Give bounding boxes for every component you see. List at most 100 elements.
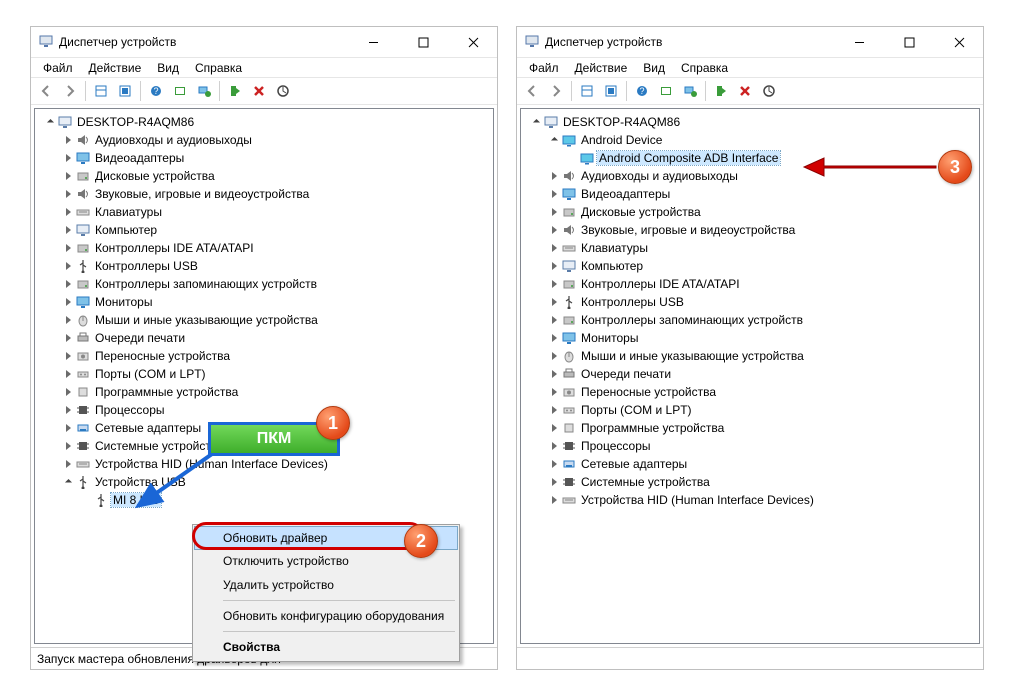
scan-button[interactable] — [169, 80, 191, 102]
menu-action[interactable]: Действие — [569, 59, 634, 77]
expand-closed-icon[interactable] — [61, 421, 75, 435]
expand-closed-icon[interactable] — [61, 457, 75, 471]
expand-closed-icon[interactable] — [61, 187, 75, 201]
tree-node[interactable]: DESKTOP-R4AQM86 — [521, 113, 979, 131]
tree-node[interactable]: Контроллеры IDE ATA/ATAPI — [521, 275, 979, 293]
expand-open-icon[interactable] — [547, 133, 561, 147]
expand-closed-icon[interactable] — [547, 277, 561, 291]
expand-closed-icon[interactable] — [547, 385, 561, 399]
expand-closed-icon[interactable] — [547, 367, 561, 381]
back-button[interactable] — [521, 80, 543, 102]
expand-closed-icon[interactable] — [61, 385, 75, 399]
tree-node[interactable]: Устройства HID (Human Interface Devices) — [521, 491, 979, 509]
update-driver-button[interactable] — [679, 80, 701, 102]
tree-node[interactable]: Аудиовходы и аудиовыходы — [35, 131, 493, 149]
expand-closed-icon[interactable] — [61, 169, 75, 183]
expand-closed-icon[interactable] — [547, 259, 561, 273]
maximize-button[interactable] — [887, 28, 931, 56]
expand-closed-icon[interactable] — [61, 205, 75, 219]
scan-changes-button[interactable] — [272, 80, 294, 102]
expand-closed-icon[interactable] — [547, 241, 561, 255]
expand-closed-icon[interactable] — [61, 151, 75, 165]
tree-node[interactable]: Контроллеры USB — [521, 293, 979, 311]
expand-closed-icon[interactable] — [547, 331, 561, 345]
expand-closed-icon[interactable] — [61, 241, 75, 255]
expand-closed-icon[interactable] — [61, 349, 75, 363]
tree-node[interactable]: Контроллеры USB — [35, 257, 493, 275]
tree-node[interactable]: DESKTOP-R4AQM86 — [35, 113, 493, 131]
ctx-uninstall-device[interactable]: Удалить устройство — [195, 573, 457, 597]
tree-node[interactable]: Мыши и иные указывающие устройства — [35, 311, 493, 329]
tree-node[interactable]: Мыши и иные указывающие устройства — [521, 347, 979, 365]
scan-button[interactable] — [655, 80, 677, 102]
expand-closed-icon[interactable] — [547, 349, 561, 363]
tree-node[interactable]: Переносные устройства — [35, 347, 493, 365]
expand-closed-icon[interactable] — [547, 295, 561, 309]
tree-node[interactable]: Устройства USB — [35, 473, 493, 491]
expand-open-icon[interactable] — [529, 115, 543, 129]
expand-closed-icon[interactable] — [61, 331, 75, 345]
tree-node[interactable]: Клавиатуры — [521, 239, 979, 257]
expand-closed-icon[interactable] — [547, 457, 561, 471]
back-button[interactable] — [35, 80, 57, 102]
ctx-properties[interactable]: Свойства — [195, 635, 457, 659]
expand-closed-icon[interactable] — [61, 313, 75, 327]
uninstall-button[interactable] — [734, 80, 756, 102]
tree-node[interactable]: Клавиатуры — [35, 203, 493, 221]
menu-file[interactable]: Файл — [523, 59, 565, 77]
tree-node[interactable]: Контроллеры запоминающих устройств — [35, 275, 493, 293]
tree-node[interactable]: Мониторы — [35, 293, 493, 311]
expand-closed-icon[interactable] — [61, 295, 75, 309]
tree-node[interactable]: Звуковые, игровые и видеоустройства — [35, 185, 493, 203]
tree-node[interactable]: Контроллеры запоминающих устройств — [521, 311, 979, 329]
expand-closed-icon[interactable] — [61, 367, 75, 381]
menu-view[interactable]: Вид — [637, 59, 671, 77]
show-hidden-button[interactable] — [576, 80, 598, 102]
expand-closed-icon[interactable] — [61, 223, 75, 237]
help-button[interactable]: ? — [145, 80, 167, 102]
menu-help[interactable]: Справка — [189, 59, 248, 77]
expand-closed-icon[interactable] — [61, 439, 75, 453]
properties-button[interactable] — [114, 80, 136, 102]
tree-node[interactable]: Мониторы — [521, 329, 979, 347]
tree-node[interactable]: Звуковые, игровые и видеоустройства — [521, 221, 979, 239]
menu-file[interactable]: Файл — [37, 59, 79, 77]
tree-node[interactable]: Системные устройства — [521, 473, 979, 491]
tree-node[interactable]: Порты (COM и LPT) — [521, 401, 979, 419]
minimize-button[interactable] — [351, 28, 395, 56]
forward-button[interactable] — [545, 80, 567, 102]
expand-closed-icon[interactable] — [547, 403, 561, 417]
expand-closed-icon[interactable] — [61, 259, 75, 273]
enable-button[interactable] — [710, 80, 732, 102]
show-hidden-button[interactable] — [90, 80, 112, 102]
tree-node[interactable]: Сетевые адаптеры — [521, 455, 979, 473]
expand-closed-icon[interactable] — [547, 169, 561, 183]
tree-node[interactable]: MI 8 Lite — [35, 491, 493, 509]
menu-view[interactable]: Вид — [151, 59, 185, 77]
minimize-button[interactable] — [837, 28, 881, 56]
menu-action[interactable]: Действие — [83, 59, 148, 77]
expand-closed-icon[interactable] — [547, 493, 561, 507]
ctx-scan-hardware[interactable]: Обновить конфигурацию оборудования — [195, 604, 457, 628]
device-tree[interactable]: DESKTOP-R4AQM86Android DeviceAndroid Com… — [520, 108, 980, 644]
tree-node[interactable]: Очереди печати — [521, 365, 979, 383]
expand-closed-icon[interactable] — [547, 421, 561, 435]
expand-closed-icon[interactable] — [547, 313, 561, 327]
tree-node[interactable]: Android Device — [521, 131, 979, 149]
tree-node[interactable]: Устройства HID (Human Interface Devices) — [35, 455, 493, 473]
tree-node[interactable]: Дисковые устройства — [35, 167, 493, 185]
expand-closed-icon[interactable] — [547, 439, 561, 453]
tree-node[interactable]: Контроллеры IDE ATA/ATAPI — [35, 239, 493, 257]
tree-node[interactable]: Процессоры — [35, 401, 493, 419]
properties-button[interactable] — [600, 80, 622, 102]
tree-node[interactable]: Видеоадаптеры — [521, 185, 979, 203]
expand-open-icon[interactable] — [43, 115, 57, 129]
scan-changes-button[interactable] — [758, 80, 780, 102]
uninstall-button[interactable] — [248, 80, 270, 102]
update-driver-button[interactable] — [193, 80, 215, 102]
tree-node[interactable]: Дисковые устройства — [521, 203, 979, 221]
expand-closed-icon[interactable] — [547, 205, 561, 219]
expand-closed-icon[interactable] — [547, 223, 561, 237]
tree-node[interactable]: Программные устройства — [521, 419, 979, 437]
expand-closed-icon[interactable] — [61, 133, 75, 147]
